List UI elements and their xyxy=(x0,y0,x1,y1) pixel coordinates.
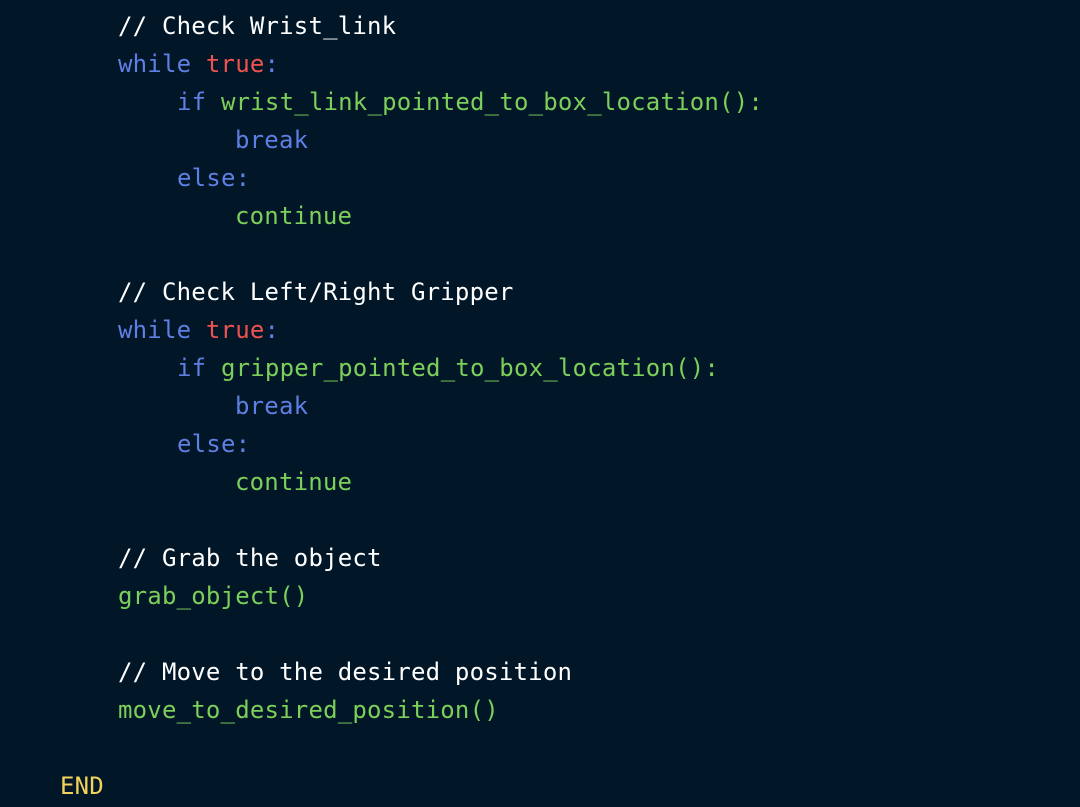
code-line-call: move_to_desired_position() xyxy=(0,691,1080,729)
true-keyword: true xyxy=(205,50,265,78)
if-keyword: if xyxy=(177,354,207,382)
code-editor: // Check Wrist_link while true: if wrist… xyxy=(0,0,1080,807)
code-line-call: grab_object() xyxy=(0,577,1080,615)
continue-keyword: continue xyxy=(235,468,353,496)
colon: : xyxy=(264,50,280,78)
code-line-while: while true: xyxy=(0,45,1080,83)
continue-keyword: continue xyxy=(235,202,353,230)
break-keyword: break xyxy=(235,126,309,154)
comment-text: // Check Wrist_link xyxy=(118,12,397,40)
code-line-while: while true: xyxy=(0,311,1080,349)
code-line-break: break xyxy=(0,121,1080,159)
colon: : xyxy=(264,316,280,344)
function-call: move_to_desired_position() xyxy=(118,696,499,724)
code-line-break: break xyxy=(0,387,1080,425)
else-keyword: else: xyxy=(177,164,251,192)
while-keyword: while xyxy=(118,316,192,344)
while-keyword: while xyxy=(118,50,192,78)
comment-text: // Check Left/Right Gripper xyxy=(118,278,514,306)
condition-call: wrist_link_pointed_to_box_location(): xyxy=(220,88,763,116)
function-call: grab_object() xyxy=(118,582,309,610)
comment-text: // Grab the object xyxy=(118,544,382,572)
comment-text: // Move to the desired position xyxy=(118,658,573,686)
condition-call: gripper_pointed_to_box_location(): xyxy=(220,354,720,382)
code-line-else: else: xyxy=(0,425,1080,463)
code-line-end: END xyxy=(0,767,1080,805)
break-keyword: break xyxy=(235,392,309,420)
code-line-else: else: xyxy=(0,159,1080,197)
code-line-comment: // Grab the object xyxy=(0,539,1080,577)
if-keyword: if xyxy=(177,88,207,116)
code-line-if: if gripper_pointed_to_box_location(): xyxy=(0,349,1080,387)
code-line-comment: // Check Left/Right Gripper xyxy=(0,273,1080,311)
code-line-comment: // Check Wrist_link xyxy=(0,7,1080,45)
code-line-continue: continue xyxy=(0,197,1080,235)
true-keyword: true xyxy=(205,316,265,344)
code-line-comment: // Move to the desired position xyxy=(0,653,1080,691)
code-line-if: if wrist_link_pointed_to_box_location(): xyxy=(0,83,1080,121)
else-keyword: else: xyxy=(177,430,251,458)
end-keyword: END xyxy=(60,772,104,800)
code-line-continue: continue xyxy=(0,463,1080,501)
